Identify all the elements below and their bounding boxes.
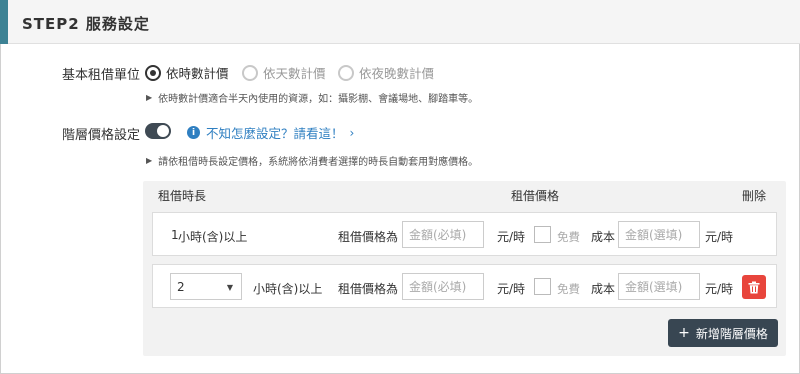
cost-input[interactable]: 金額(選填) [618,221,700,248]
price-unit: 元/時 [497,282,526,296]
tiered-pricing-label: 階層價格設定 [62,128,141,143]
price-label: 租借價格為 [338,230,399,244]
free-label: 免費 [557,230,580,244]
col-header-price: 租借價格 [511,189,560,203]
step-header: STEP2 服務設定 [0,0,800,44]
radio-checked-icon [145,64,161,81]
free-label: 免費 [557,282,580,296]
col-header-duration: 租借時長 [158,189,207,203]
price-input[interactable]: 金額(必填) [402,221,484,248]
caret-down-icon: ▼ [226,283,233,292]
cost-label: 成本 [591,230,616,244]
radio-unchecked-icon [242,64,258,81]
radio-by-night-label: 依夜晚數計價 [359,66,435,81]
price-unit: 元/時 [497,230,526,244]
radio-by-hour-label: 依時數計價 [166,66,229,81]
cost-label: 成本 [591,282,616,296]
page-title: STEP2 服務設定 [22,15,150,33]
radio-by-night[interactable]: 依夜晚數計價 [338,63,434,82]
chevron-right-icon: › [349,125,355,140]
toggle-knob [157,125,169,137]
cost-unit: 元/時 [705,230,734,244]
rental-unit-hint: ▶ 依時數計價適合半天內使用的資源，如：攝影棚、會議場地、腳踏車等。 [146,90,478,105]
plus-icon: + [678,325,690,341]
cost-input[interactable]: 金額(選填) [618,273,700,300]
radio-unchecked-icon [338,64,354,81]
radio-by-day-label: 依天數計價 [263,66,326,81]
add-tier-button-label: 新增階層價格 [695,326,768,341]
rental-unit-label: 基本租借單位 [62,68,141,83]
col-header-delete: 刪除 [742,189,767,203]
free-checkbox[interactable] [534,226,551,243]
trash-icon [748,281,760,293]
price-label: 租借價格為 [338,282,399,296]
free-checkbox[interactable] [534,278,551,295]
tier-duration-suffix: 小時(含)以上 [178,230,248,244]
delete-row-button[interactable] [742,275,766,299]
help-link-text: 不知怎麼設定？請看這！ [206,126,344,141]
triangle-right-icon: ▶ [146,156,153,165]
radio-by-day[interactable]: 依天數計價 [242,63,326,82]
radio-by-hour[interactable]: 依時數計價 [145,63,229,82]
cost-unit: 元/時 [705,282,734,296]
add-tier-button[interactable]: + 新增階層價格 [668,319,778,347]
help-link[interactable]: i 不知怎麼設定？請看這！ › [187,123,354,142]
tiered-pricing-hint-text: 請依租借時長設定價格，系統將依消費者選擇的時長自動套用對應價格。 [158,157,479,168]
triangle-right-icon: ▶ [146,93,153,102]
tier-duration-suffix: 小時(含)以上 [253,282,323,296]
duration-select[interactable]: 2 ▼ [170,273,242,300]
header-accent-bar [0,0,8,44]
duration-select-value: 2 [177,279,185,294]
tiered-pricing-toggle[interactable] [145,123,171,139]
price-input[interactable]: 金額(必填) [402,273,484,300]
info-icon: i [187,126,200,139]
tiered-pricing-hint: ▶ 請依租借時長設定價格，系統將依消費者選擇的時長自動套用對應價格。 [146,153,478,168]
rental-unit-hint-text: 依時數計價適合半天內使用的資源，如：攝影棚、會議場地、腳踏車等。 [158,94,479,105]
